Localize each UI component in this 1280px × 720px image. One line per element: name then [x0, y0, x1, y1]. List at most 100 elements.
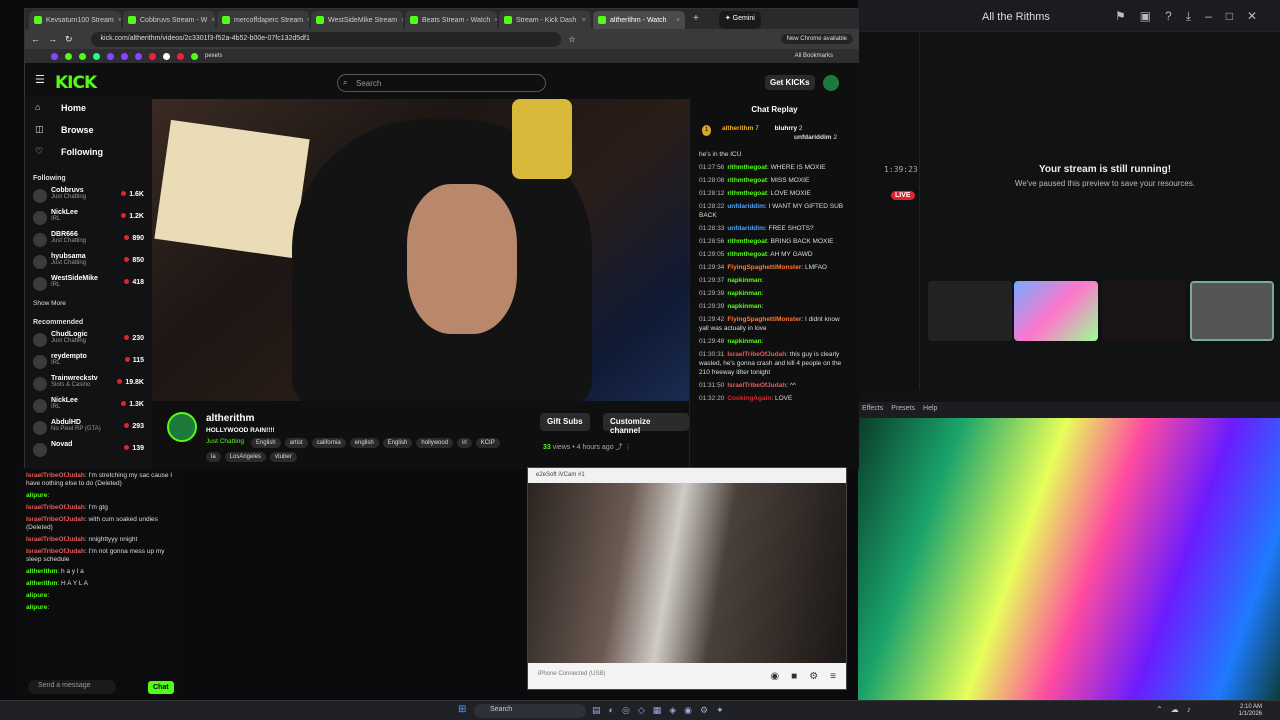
- browser-tab[interactable]: mercoffdaperc Stream×: [217, 11, 309, 29]
- nav-home[interactable]: ⌂ Home: [25, 97, 152, 119]
- menu-icon[interactable]: ≡: [830, 671, 836, 682]
- app-icon[interactable]: ◉: [684, 705, 692, 716]
- message-user[interactable]: napkinman: [727, 303, 761, 310]
- user-avatar[interactable]: [823, 75, 839, 91]
- message-user[interactable]: altherithm: [26, 580, 57, 587]
- new-chrome-available-button[interactable]: New Chrome available: [780, 34, 853, 44]
- all-bookmarks[interactable]: All Bookmarks: [795, 53, 833, 59]
- nav-following[interactable]: ♡ Following: [25, 141, 152, 163]
- bookmark-icon[interactable]: [51, 52, 58, 60]
- tag[interactable]: KCIP: [475, 438, 500, 448]
- browser-tab-active[interactable]: altherithm - Watch ×: [593, 11, 685, 29]
- file-explorer-icon[interactable]: ▤: [592, 705, 601, 716]
- browser-tab[interactable]: Kevsaturn100 Stream ×: [29, 11, 121, 29]
- message-user[interactable]: IsraelTribeOfJudah: [26, 472, 85, 479]
- bookmark-icon[interactable]: [107, 52, 114, 60]
- back-icon[interactable]: ←: [31, 34, 40, 44]
- tag[interactable]: california: [311, 438, 346, 448]
- help-icon[interactable]: ?: [1165, 9, 1172, 24]
- recommended-channel[interactable]: Trainwreckstv Slots & Casino 19.8K: [25, 374, 152, 396]
- message-user[interactable]: IsraelTribeOfJudah: [26, 536, 85, 543]
- bookmark-icon[interactable]: [191, 52, 198, 60]
- message-user[interactable]: rithmthegoat: [727, 177, 767, 184]
- camera-icon[interactable]: ◉: [770, 671, 779, 682]
- recommended-channel[interactable]: AbdulHD No Pixel RP (GTA) 293: [25, 418, 152, 440]
- bookmark-icon[interactable]: [163, 52, 170, 60]
- message-user[interactable]: altherithm: [26, 568, 57, 575]
- following-channel[interactable]: hyubsama Just Chatting 850: [25, 252, 152, 274]
- recommended-channel[interactable]: ChudLogic Just Chatting 230: [25, 330, 152, 352]
- bookmark-icon[interactable]: [65, 52, 72, 60]
- message-user[interactable]: alipure: [26, 492, 47, 499]
- tag[interactable]: artist: [284, 438, 308, 448]
- tag[interactable]: English: [250, 438, 281, 448]
- app-icon[interactable]: ✦: [716, 705, 724, 716]
- tab-close-icon[interactable]: ×: [401, 17, 403, 24]
- tab-close-icon[interactable]: ×: [494, 17, 497, 24]
- gemini-button[interactable]: ✦ Gemini: [718, 11, 761, 29]
- app-icon[interactable]: ⚙: [700, 705, 708, 716]
- record-icon[interactable]: ■: [791, 671, 797, 682]
- following-channel[interactable]: WestSideMike IRL 418: [25, 274, 152, 296]
- url-field[interactable]: kick.com/altherithm/videos/2c3301f3-f52a…: [90, 31, 561, 47]
- channel-avatar[interactable]: [167, 412, 197, 442]
- message-user[interactable]: rithmthegoat: [727, 164, 767, 171]
- recommended-channel[interactable]: Novad 139: [25, 440, 152, 462]
- tab-close-icon[interactable]: ×: [211, 17, 215, 24]
- customize-channel-button[interactable]: Customize channel: [603, 413, 689, 435]
- message-user[interactable]: rithmthegoat: [727, 190, 767, 197]
- get-kicks-button[interactable]: Get KICKs: [765, 75, 815, 90]
- nav-browse[interactable]: ◫ Browse: [25, 119, 152, 141]
- message-user[interactable]: alipure: [26, 592, 47, 599]
- forward-icon[interactable]: →: [48, 34, 57, 44]
- volume-icon[interactable]: ♪: [1187, 705, 1191, 714]
- message-user[interactable]: FlyingSpaghettiMonster: [727, 316, 801, 323]
- participant-tile[interactable]: [1102, 281, 1186, 341]
- recommended-channel[interactable]: NickLee IRL 1.3K: [25, 396, 152, 418]
- leaderboard-user[interactable]: bluhrry: [775, 125, 797, 132]
- following-channel[interactable]: Cobbruvs Just Chatting 1.6K: [25, 186, 152, 208]
- minimize-icon[interactable]: –: [1205, 9, 1212, 24]
- hamburger-menu-icon[interactable]: ☰: [35, 73, 45, 86]
- settings-gear-icon[interactable]: ⚙: [809, 671, 818, 682]
- tag[interactable]: hollywood: [416, 438, 454, 448]
- menu-help[interactable]: Help: [923, 405, 937, 415]
- participant-tile[interactable]: [1014, 281, 1098, 341]
- tag[interactable]: english: [349, 438, 379, 448]
- kick-logo[interactable]: KICK: [55, 73, 97, 93]
- tag[interactable]: LosAngeles: [224, 452, 267, 462]
- leaderboard-user[interactable]: unfdariddim: [794, 134, 832, 141]
- bookmark-icon[interactable]: [149, 52, 156, 60]
- app-icon[interactable]: ◈: [669, 705, 676, 716]
- message-user[interactable]: CookingAgain: [727, 395, 771, 402]
- edge-icon[interactable]: ◐: [609, 705, 614, 716]
- gift-subs-button[interactable]: Gift Subs: [540, 413, 590, 431]
- tag[interactable]: vtuber: [270, 452, 297, 462]
- participant-tile[interactable]: [928, 281, 1012, 341]
- windows-start-icon[interactable]: ⊞: [458, 704, 466, 715]
- app-icon[interactable]: ▦: [653, 705, 662, 716]
- bookmark-icon[interactable]: [121, 52, 128, 60]
- flag-icon[interactable]: ⚑: [1115, 9, 1126, 24]
- bookmark-icon[interactable]: [177, 52, 184, 60]
- tab-close-icon[interactable]: ×: [118, 17, 121, 24]
- message-user[interactable]: napkinman: [727, 338, 761, 345]
- browser-tab[interactable]: Stream - Kick Dash ×: [499, 11, 591, 29]
- more-options-icon[interactable]: ⋮: [625, 444, 632, 451]
- chat-send-button[interactable]: Chat: [148, 681, 174, 694]
- message-user[interactable]: IsraelTribeOfJudah: [26, 548, 85, 555]
- message-user[interactable]: unfdariddim: [727, 203, 765, 210]
- show-more-link[interactable]: Show More: [25, 296, 152, 311]
- tag[interactable]: la: [206, 452, 221, 462]
- chevron-up-icon[interactable]: ⌃: [1156, 705, 1163, 714]
- discord-window-controls[interactable]: ⚑ ▣ ? ⤓ – □ ✕: [1115, 9, 1257, 24]
- message-user[interactable]: IsraelTribeOfJudah: [26, 504, 85, 511]
- following-channel[interactable]: DBR666 Just Chatting 890: [25, 230, 152, 252]
- network-icon[interactable]: ☁: [1171, 705, 1179, 714]
- message-user[interactable]: napkinman: [727, 290, 761, 297]
- category-link[interactable]: Just Chatting: [206, 438, 244, 448]
- new-tab-button[interactable]: +: [687, 11, 705, 29]
- share-icon[interactable]: ⤴: [616, 444, 623, 451]
- bookmark-icon[interactable]: [135, 52, 142, 60]
- chrome-icon[interactable]: ◎: [622, 705, 630, 716]
